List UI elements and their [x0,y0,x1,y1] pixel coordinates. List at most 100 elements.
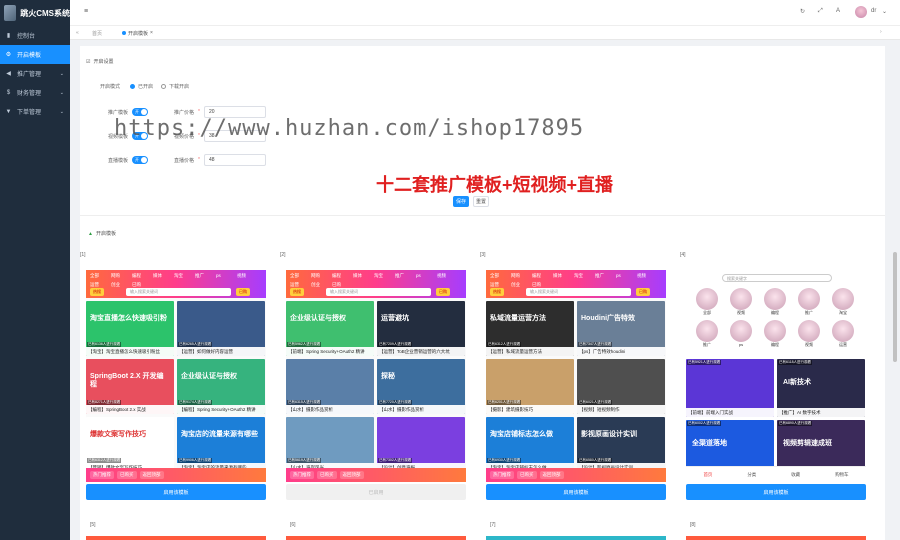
tabbar-item[interactable]: 分类 [747,472,756,478]
fullscreen-icon[interactable]: ⤢ [818,8,823,15]
category-item[interactable]: 视频 [637,273,655,279]
chevron-down-icon[interactable]: ⌄ [882,8,887,15]
tabbar-item[interactable]: 首页 [703,472,712,478]
category-item[interactable]: 视频 [237,273,255,279]
tab-templates[interactable]: 开启模板 × [122,28,153,38]
category-bubble[interactable]: 全部 [692,288,722,316]
search-input[interactable]: 输入搜索关键词 [526,288,631,296]
footer-button[interactable]: 已购买 [517,471,537,479]
template-preview[interactable]: 全部 网购 编程 媒体 淘宝 推广 ps 视频 运营 创业 已购 热搜 输入搜索关键词 已购 私域流量运营方… [486,270,666,482]
save-button[interactable]: 保存 [453,196,469,207]
use-template-button[interactable]: 启用该模板 [86,484,266,500]
category-item[interactable]: 全部 [90,273,108,279]
bought-button[interactable]: 已购 [636,288,650,296]
sidebar-item-promotion[interactable]: ◀ 推广管理 ⌄ [0,64,70,83]
username[interactable]: dr [871,8,876,14]
video-card[interactable]: Houdini广告特效 已有7347人进行观看 【ps】广告特效houdini [577,301,665,356]
search-input[interactable]: 输入搜索关键词 [126,288,231,296]
video-card[interactable]: 已有6021人进行观看 【视频】短视频制作 [577,359,665,414]
hot-button[interactable]: 热搜 [490,288,504,296]
sidebar-item-finance[interactable]: $ 财务管理 ⌄ [0,83,70,102]
template-preview[interactable]: 全部 网购 编程 媒体 淘宝 推广 ps 视频 运营 创业 已购 热搜 输入搜索关键词 已购 企业级认证与授… [286,270,466,482]
mode-radio-2[interactable] [161,84,167,89]
tab-prev-icon[interactable]: « [76,28,79,38]
category-bubble[interactable]: 编程 [760,288,790,316]
tabbar-item[interactable]: 购物车 [835,472,849,478]
video-card[interactable]: AI新技术 已有6118人进行观看 【推广】AI 数字技术 [777,359,865,417]
category-item[interactable]: 创业 [111,282,129,288]
footer-button[interactable]: 返回顶部 [139,471,164,479]
category-bubble[interactable]: 推广 [794,288,824,316]
category-item[interactable]: 全部 [290,273,308,279]
sidebar-item-templates[interactable]: ⚙ 开启模板 [0,45,70,64]
tab-home[interactable]: 首页 [92,28,102,38]
category-item[interactable]: 编程 [532,273,550,279]
category-item[interactable]: 网购 [511,273,529,279]
video-card[interactable]: SpringBoot 2.X 开发编程 已有8271人进行观看 【编程】Spring… [86,359,174,414]
category-bubble[interactable]: 淘宝 [828,288,858,316]
video-card[interactable]: 已有6201人进行观看 【摄影】建筑摄影技巧 [486,359,574,414]
template-preview[interactable] [486,536,666,540]
category-item[interactable]: ps [216,273,234,279]
tabbar-item[interactable]: 收藏 [791,472,800,478]
use-template-button[interactable]: 已启用 [286,484,466,500]
category-bubble[interactable]: 编程 [760,320,790,348]
avatar[interactable] [855,6,867,18]
category-item[interactable]: 编程 [132,273,150,279]
tab-next-icon[interactable]: › [880,29,882,35]
bought-button[interactable]: 已购 [236,288,250,296]
video-card[interactable]: 探秘 已有7720人进行观看 【山水】摄影作品赏析 [377,359,465,414]
category-bubble[interactable]: 运营 [828,320,858,348]
template-preview[interactable] [286,536,466,540]
category-item[interactable]: 创业 [511,282,529,288]
category-item[interactable]: 网购 [311,273,329,279]
category-item[interactable]: 淘宝 [174,273,192,279]
category-bubble[interactable]: 推广 [692,320,722,348]
toggle-switch[interactable]: 开 [132,108,149,116]
category-item[interactable]: 媒体 [553,273,571,279]
category-item[interactable]: 淘宝 [574,273,592,279]
category-item[interactable]: 推广 [195,273,213,279]
category-item[interactable]: 媒体 [153,273,171,279]
refresh-icon[interactable]: ↻ [800,8,805,15]
toggle-switch[interactable]: 开 [132,156,149,164]
mode-radio-1[interactable] [130,84,136,89]
category-item[interactable]: 网购 [111,273,129,279]
video-card[interactable]: 已有5619人进行观看【山水】海岸风光 [286,417,374,472]
video-card[interactable]: 淘宝店铺标志怎么做已有6930人进行观看【淘宝】淘宝店铺标志怎么做 [486,417,574,472]
category-item[interactable]: 媒体 [353,273,371,279]
template-preview[interactable]: 全部 网购 编程 媒体 淘宝 推广 ps 视频 运营 创业 已购 热搜 输入搜索关键词 已购 淘宝直播怎么快… [86,270,266,482]
reset-button[interactable]: 重置 [473,196,489,207]
category-item[interactable]: 淘宝 [374,273,392,279]
search-input[interactable]: 输入搜索关键词 [326,288,431,296]
hot-button[interactable]: 热搜 [90,288,104,296]
video-card[interactable]: 淘宝店的流量来源有哪些已有9906人进行观看【淘宝】淘宝店的流量来源有哪些 [177,417,265,472]
video-card[interactable]: 淘宝直播怎么快速吸引粉 已有6136人进行观看 【淘宝】淘宝直播怎么快速吸引粉丝 [86,301,174,356]
scrollbar[interactable] [893,252,897,362]
logo[interactable]: 跳火CMS系统 [0,0,70,26]
bought-button[interactable]: 已购 [436,288,450,296]
category-bubble[interactable]: ps [726,320,756,348]
price-input[interactable]: 48 [203,154,266,166]
video-card[interactable]: 已有6315人进行观看 【山水】摄影作品赏析 [286,359,374,414]
footer-button[interactable]: 热门推荐 [90,471,114,479]
footer-button[interactable]: 热门推荐 [490,471,514,479]
template-preview[interactable] [686,536,866,540]
video-card[interactable]: 运营避坑 已有7209人进行观看 【运营】ToB企业营销运营的六大坑 [377,301,465,356]
template-preview[interactable]: 搜索关键字 全部 视频 编程 推广 淘宝 推广 ps 编程 视频 运营 已有5921人进行观看 【前端】… [686,270,866,482]
hamburger-icon[interactable]: ≡ [84,8,88,15]
category-item[interactable]: 编程 [332,273,350,279]
category-bubble[interactable]: 视频 [794,320,824,348]
category-item[interactable]: 视频 [437,273,455,279]
category-item[interactable]: 全部 [490,273,508,279]
video-card[interactable]: 已有5921人进行观看 【前端】前端入门实战 [686,359,774,417]
footer-button[interactable]: 返回顶部 [339,471,364,479]
video-card[interactable]: 企业级认证与授权 已有5962人进行观看 【前端】Spring Security+O… [286,301,374,356]
use-template-button[interactable]: 启用该模板 [686,484,866,500]
video-card[interactable]: 已有7302人进行观看【设计】创意海报 [377,417,465,472]
hot-button[interactable]: 热搜 [290,288,304,296]
category-item[interactable]: ps [416,273,434,279]
video-card[interactable]: 企业级认证与授权 已有9174人进行观看 【编程】Spring Security+O… [177,359,265,414]
category-item[interactable]: ps [616,273,634,279]
footer-button[interactable]: 返回顶部 [539,471,564,479]
